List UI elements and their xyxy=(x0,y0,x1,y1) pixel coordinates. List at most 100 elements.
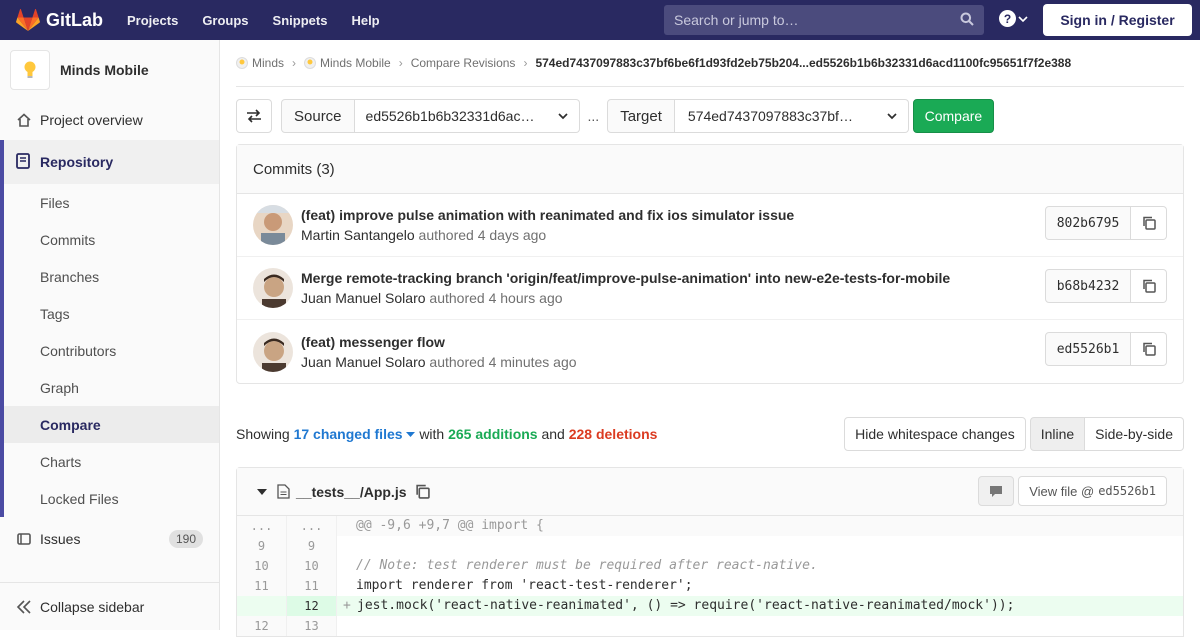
code-line: + jest.mock('react-native-reanimated', ()… xyxy=(337,596,1183,616)
view-file-sha: ed5526b1 xyxy=(1098,484,1156,498)
commit-author[interactable]: Martin Santangelo xyxy=(301,227,415,243)
search-placeholder: Search or jump to… xyxy=(674,12,799,28)
breadcrumb-label: Minds Mobile xyxy=(320,56,391,70)
hide-whitespace-button[interactable]: Hide whitespace changes xyxy=(844,417,1026,451)
copy-icon xyxy=(1142,342,1156,356)
new-line-number[interactable]: 10 xyxy=(287,556,337,576)
diff-file-header: __tests__/App.js View file @ ed5526b1 xyxy=(237,468,1183,516)
commit-sha[interactable]: b68b4232 xyxy=(1045,269,1131,303)
avatar[interactable] xyxy=(253,205,293,245)
sidebar-item-compare[interactable]: Compare xyxy=(4,406,219,443)
old-line-number[interactable]: ... xyxy=(237,516,287,536)
target-value: 574ed7437097883c37bf… xyxy=(687,108,853,124)
source-value: ed5526b1b6b32331d6ac… xyxy=(365,108,535,124)
and-label: and xyxy=(541,426,565,442)
old-line-number[interactable]: 11 xyxy=(237,576,287,596)
inline-view-button[interactable]: Inline xyxy=(1029,417,1086,451)
source-label: Source xyxy=(281,99,355,133)
source-select[interactable]: ed5526b1b6b32331d6ac… xyxy=(354,99,580,133)
target-select[interactable]: 574ed7437097883c37bf… xyxy=(674,99,909,133)
sidebar-item-branches[interactable]: Branches xyxy=(4,258,219,295)
caret-down-icon[interactable] xyxy=(257,488,267,496)
sidebar-item-graph[interactable]: Graph xyxy=(4,369,219,406)
project-header[interactable]: Minds Mobile xyxy=(0,40,219,100)
breadcrumb-separator: › xyxy=(523,56,528,70)
copy-icon[interactable] xyxy=(415,484,430,499)
new-line-number[interactable]: 11 xyxy=(287,576,337,596)
gitlab-logo[interactable]: GitLab xyxy=(16,0,103,40)
nav-help[interactable]: Help xyxy=(351,13,379,28)
commit-verb: authored xyxy=(418,227,474,243)
new-line-number[interactable]: 9 xyxy=(287,536,337,556)
copy-sha-button[interactable] xyxy=(1131,269,1167,303)
avatar[interactable] xyxy=(253,268,293,308)
repository-section: Repository Files Commits Branches Tags C… xyxy=(0,140,219,517)
showing-label: Showing xyxy=(236,426,290,442)
toggle-comments-button[interactable] xyxy=(978,476,1015,506)
commit-row: Merge remote-tracking branch 'origin/fea… xyxy=(237,257,1183,320)
breadcrumb-item-minds[interactable]: Minds xyxy=(236,56,284,70)
new-line-number[interactable]: 13 xyxy=(287,616,337,636)
question-icon: ? xyxy=(999,10,1016,27)
sidebar-item-repository[interactable]: Repository xyxy=(4,140,219,184)
sidebar-item-contributors[interactable]: Contributors xyxy=(4,332,219,369)
nav-projects[interactable]: Projects xyxy=(127,13,178,28)
top-navbar: GitLab Projects Groups Snippets Help Sea… xyxy=(0,0,1200,40)
compare-button[interactable]: Compare xyxy=(912,99,994,133)
sidebar-item-charts[interactable]: Charts xyxy=(4,443,219,480)
commit-author[interactable]: Juan Manuel Solaro xyxy=(301,290,426,306)
view-file-label: View file @ xyxy=(1029,483,1095,499)
commit-title[interactable]: Merge remote-tracking branch 'origin/fea… xyxy=(301,270,950,286)
file-name[interactable]: __tests__/App.js xyxy=(296,484,407,500)
sidebar-item-label: Project overview xyxy=(40,112,143,128)
old-line-number[interactable]: 9 xyxy=(237,536,287,556)
commit-author[interactable]: Juan Manuel Solaro xyxy=(301,354,426,370)
sidebar-item-commits[interactable]: Commits xyxy=(4,221,219,258)
sidebar-item-locked-files[interactable]: Locked Files xyxy=(4,480,219,517)
diff-line: ... ... @@ -9,6 +9,7 @@ import { xyxy=(237,516,1183,536)
commit-verb: authored xyxy=(429,290,485,306)
side-by-side-view-button[interactable]: Side-by-side xyxy=(1085,417,1184,451)
signin-register-button[interactable]: Sign in / Register xyxy=(1043,4,1192,36)
copy-icon xyxy=(1142,279,1156,293)
nav-snippets[interactable]: Snippets xyxy=(273,13,328,28)
breadcrumb-item-compare-revisions[interactable]: Compare Revisions xyxy=(411,56,516,70)
commit-title[interactable]: (feat) messenger flow xyxy=(301,334,577,350)
compare-form: Source ed5526b1b6b32331d6ac… ... Target … xyxy=(236,99,994,133)
diff-line-added: 12 + jest.mock('react-native-reanimated',… xyxy=(237,596,1183,616)
copy-icon xyxy=(1142,216,1156,230)
hunk-header: @@ -9,6 +9,7 @@ import { xyxy=(337,516,1183,536)
breadcrumb-item-minds-mobile[interactable]: Minds Mobile xyxy=(304,56,391,70)
sidebar-item-project-overview[interactable]: Project overview xyxy=(0,100,219,140)
target-group: Target 574ed7437097883c37bf… xyxy=(607,99,909,133)
double-chevron-left-icon xyxy=(16,599,32,614)
breadcrumb-current[interactable]: 574ed7437097883c37bf6be6f1d93fd2eb75b204… xyxy=(535,56,1071,70)
brand-name: GitLab xyxy=(46,9,103,30)
changed-files-dropdown[interactable]: 17 changed files xyxy=(294,426,416,442)
help-dropdown[interactable]: ? xyxy=(999,10,1028,27)
new-line-number[interactable]: ... xyxy=(287,516,337,536)
old-line-number[interactable]: 12 xyxy=(237,616,287,636)
copy-sha-button[interactable] xyxy=(1131,206,1167,240)
commit-title[interactable]: (feat) improve pulse animation with rean… xyxy=(301,207,794,223)
old-line-number[interactable] xyxy=(237,596,287,616)
breadcrumb-label: Minds xyxy=(252,56,285,70)
sidebar-item-issues[interactable]: Issues 190 xyxy=(0,517,219,561)
copy-sha-button[interactable] xyxy=(1131,332,1167,366)
view-file-button[interactable]: View file @ ed5526b1 xyxy=(1018,476,1167,506)
deletions-count: 228 deletions xyxy=(568,426,658,442)
commit-time: 4 days ago xyxy=(477,227,547,243)
commit-sha[interactable]: 802b6795 xyxy=(1045,206,1131,240)
commit-sha[interactable]: ed5526b1 xyxy=(1045,332,1131,366)
sidebar-item-files[interactable]: Files xyxy=(4,184,219,221)
search-input[interactable]: Search or jump to… xyxy=(664,5,984,35)
avatar[interactable] xyxy=(253,331,293,372)
collapse-sidebar-button[interactable]: Collapse sidebar xyxy=(0,582,219,630)
old-line-number[interactable]: 10 xyxy=(237,556,287,576)
commit-row: (feat) messenger flow Juan Manuel Solaro… xyxy=(237,320,1183,383)
swap-revisions-button[interactable] xyxy=(236,99,272,133)
new-line-number[interactable]: 12 xyxy=(287,596,337,616)
nav-groups[interactable]: Groups xyxy=(202,13,248,28)
sidebar-item-tags[interactable]: Tags xyxy=(4,295,219,332)
